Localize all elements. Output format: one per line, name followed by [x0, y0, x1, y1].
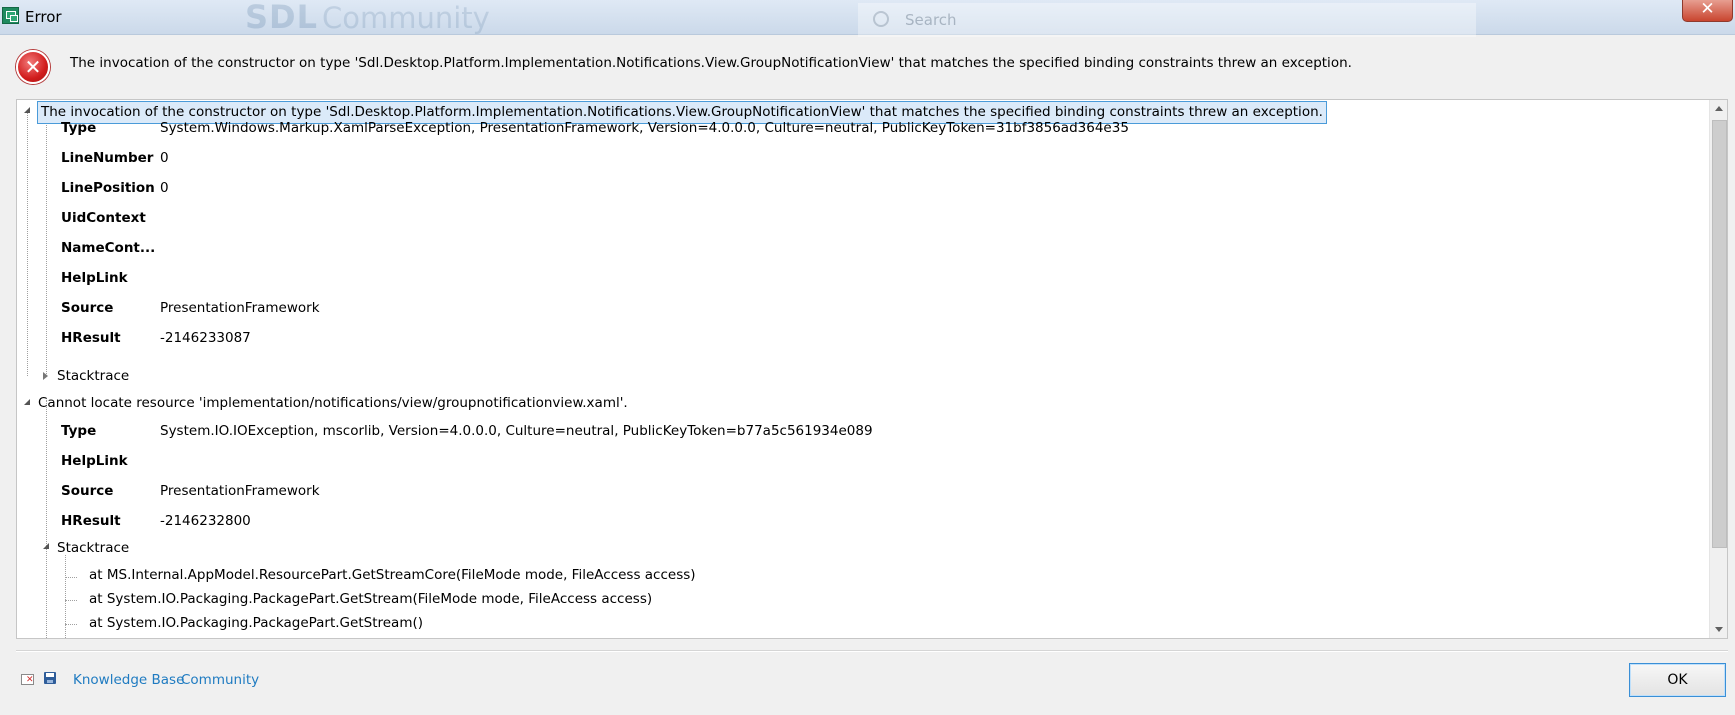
- property-value: -2146232800: [160, 513, 251, 529]
- property-name: LineNumber: [61, 150, 154, 166]
- header-message: The invocation of the constructor on typ…: [70, 55, 1352, 71]
- scroll-down-icon[interactable]: [1710, 620, 1727, 638]
- tree-line: [65, 624, 77, 625]
- property-name: NameCont...: [61, 240, 156, 256]
- stacktrace-line[interactable]: at MS.Internal.AppModel.ResourcePart.Get…: [89, 564, 696, 586]
- property-name: HResult: [61, 513, 121, 529]
- property-name: Type: [61, 120, 97, 136]
- collapse-arrow-icon[interactable]: [24, 399, 30, 405]
- tree-line: [27, 112, 28, 376]
- property-value: PresentationFramework: [160, 300, 320, 316]
- property-name: Type: [61, 423, 97, 439]
- exception-tree[interactable]: The invocation of the constructor on typ…: [16, 99, 1728, 639]
- footer-divider: [16, 650, 1728, 652]
- property-name: UidContext: [61, 210, 146, 226]
- title-bar: Error SDL Community Search ✕: [0, 0, 1735, 37]
- background-search-placeholder: Search: [905, 11, 957, 29]
- property-value: 0: [160, 180, 169, 196]
- property-value: PresentationFramework: [160, 483, 320, 499]
- error-icon: ✕: [16, 50, 50, 84]
- tree-line: [65, 600, 77, 601]
- tree-node-exception2[interactable]: Cannot locate resource 'implementation/n…: [38, 392, 628, 414]
- property-name: Source: [61, 483, 114, 499]
- community-link[interactable]: Community: [181, 672, 259, 688]
- expand-arrow-icon[interactable]: [43, 372, 48, 380]
- window-title: Error: [25, 8, 62, 26]
- tree-line: [46, 122, 47, 376]
- property-name: HelpLink: [61, 453, 128, 469]
- close-button[interactable]: ✕: [1682, 0, 1733, 22]
- tree-node-stacktrace[interactable]: Stacktrace: [57, 365, 129, 387]
- vertical-scrollbar[interactable]: [1709, 100, 1727, 638]
- tree-node-stacktrace[interactable]: Stacktrace: [57, 537, 129, 559]
- background-logo: SDL: [245, 0, 318, 36]
- property-name: LinePosition: [61, 180, 155, 196]
- property-value: 0: [160, 150, 169, 166]
- collapse-arrow-icon[interactable]: [43, 543, 49, 549]
- save-icon[interactable]: [44, 672, 56, 684]
- collapse-arrow-icon[interactable]: [24, 107, 30, 113]
- property-name: Source: [61, 300, 114, 316]
- property-name: HelpLink: [61, 270, 128, 286]
- tree-line: [65, 577, 77, 578]
- property-value: System.IO.IOException, mscorlib, Version…: [160, 423, 873, 439]
- property-name: HResult: [61, 330, 121, 346]
- scrollbar-thumb[interactable]: [1712, 120, 1727, 548]
- search-icon: [873, 11, 889, 27]
- tree-line: [65, 555, 66, 638]
- clear-icon[interactable]: [21, 674, 34, 685]
- tree-line: [46, 400, 47, 638]
- property-value: -2146233087: [160, 330, 251, 346]
- knowledge-base-link[interactable]: Knowledge Base: [73, 672, 184, 688]
- property-value: System.Windows.Markup.XamlParseException…: [160, 120, 1129, 136]
- stacktrace-line[interactable]: at System.IO.Packaging.PackagePart.GetSt…: [89, 588, 652, 610]
- app-icon: [2, 7, 19, 24]
- scroll-up-icon[interactable]: [1710, 100, 1727, 118]
- ok-button[interactable]: OK: [1629, 663, 1726, 697]
- stacktrace-line[interactable]: at System.IO.Packaging.PackagePart.GetSt…: [89, 612, 423, 634]
- background-logo-sub: Community: [322, 1, 490, 35]
